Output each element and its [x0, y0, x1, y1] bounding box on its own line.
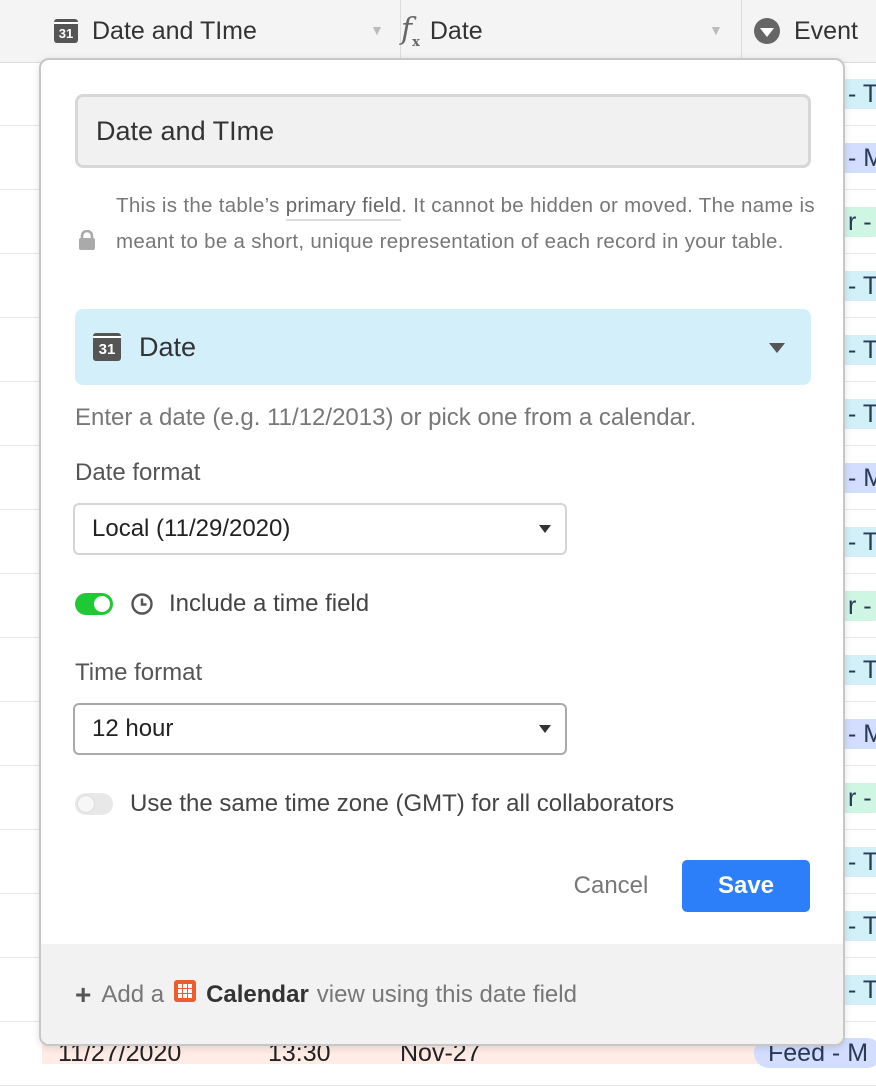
date-format-label: Date format: [75, 459, 201, 486]
time-format-label: Time format: [75, 659, 203, 686]
time-format-value: 12 hour: [92, 715, 174, 742]
calendar-icon: 31: [93, 333, 121, 361]
event-pill[interactable]: - M: [840, 463, 876, 493]
help-prefix: This is the table’s: [116, 194, 286, 217]
field-config-popover: This is the table’s primary field. It ca…: [39, 58, 845, 1046]
save-button[interactable]: Save: [682, 860, 810, 912]
time-format-select[interactable]: 12 hour: [73, 703, 567, 755]
event-pill[interactable]: - Tu: [840, 527, 876, 557]
clock-icon: [131, 593, 153, 615]
event-pill[interactable]: - M: [840, 719, 876, 749]
date-format-select[interactable]: Local (11/29/2020): [73, 503, 567, 555]
column-header-date-and-time[interactable]: 31 Date and TIme ▼: [54, 0, 400, 62]
column-header-date[interactable]: fx Date ▼: [400, 0, 742, 62]
plus-icon: +: [75, 979, 92, 1010]
event-pill[interactable]: r -: [840, 783, 876, 813]
column-header-event[interactable]: Event: [741, 0, 876, 62]
caret-down-icon: [539, 725, 551, 733]
field-type-description: Enter a date (e.g. 11/12/2013) or pick o…: [75, 404, 697, 431]
chevron-down-icon[interactable]: ▼: [370, 22, 384, 38]
toggle-knob: [78, 796, 94, 812]
event-pill[interactable]: - M: [840, 143, 876, 173]
formula-icon: fx: [401, 12, 420, 50]
event-pill[interactable]: - Tu: [840, 655, 876, 685]
event-pill[interactable]: - Tu: [840, 271, 876, 301]
event-pill[interactable]: - Tu: [840, 399, 876, 429]
field-name-input[interactable]: [75, 94, 811, 168]
field-type-label: Date: [139, 331, 197, 362]
single-select-icon: [754, 18, 780, 44]
event-pill[interactable]: r -: [840, 591, 876, 621]
event-pill[interactable]: - Tu: [840, 911, 876, 941]
footer-calendar-text: Calendar: [206, 981, 309, 1008]
caret-down-icon: [769, 343, 785, 353]
grid-header: 31 Date and TIme ▼ fx Date ▼ Event: [0, 0, 876, 63]
gmt-label: Use the same time zone (GMT) for all col…: [130, 790, 675, 817]
primary-field-help: This is the table’s primary field. It ca…: [116, 188, 816, 260]
column-header-label: Date and TIme: [92, 16, 257, 45]
cancel-button[interactable]: Cancel: [551, 860, 671, 912]
event-pill[interactable]: - Tu: [840, 79, 876, 109]
calendar-icon: 31: [54, 19, 78, 43]
add-calendar-view-footer[interactable]: + Add a Calendar view using this date fi…: [41, 944, 843, 1044]
primary-field-link[interactable]: primary field: [285, 194, 402, 221]
column-header-label: Event: [794, 16, 858, 45]
event-pill[interactable]: - Tu: [840, 335, 876, 365]
gmt-toggle[interactable]: [75, 793, 113, 815]
event-pill[interactable]: - Tu: [840, 975, 876, 1005]
chevron-down-icon[interactable]: ▼: [709, 22, 723, 38]
calendar-view-icon: [174, 980, 197, 1002]
column-header-label: Date: [429, 16, 483, 45]
toggle-knob: [94, 596, 110, 612]
include-time-label: Include a time field: [169, 590, 370, 617]
caret-down-icon: [539, 525, 551, 533]
footer-add-text: Add a: [101, 981, 165, 1008]
event-pill[interactable]: r -: [840, 207, 876, 237]
include-time-toggle[interactable]: [75, 593, 113, 615]
event-pill[interactable]: - Tu: [840, 847, 876, 877]
date-format-value: Local (11/29/2020): [92, 515, 291, 542]
field-type-dropdown[interactable]: 31 Date: [75, 309, 811, 385]
lock-icon: [79, 230, 95, 250]
footer-rest-text: view using this date field: [316, 981, 577, 1008]
